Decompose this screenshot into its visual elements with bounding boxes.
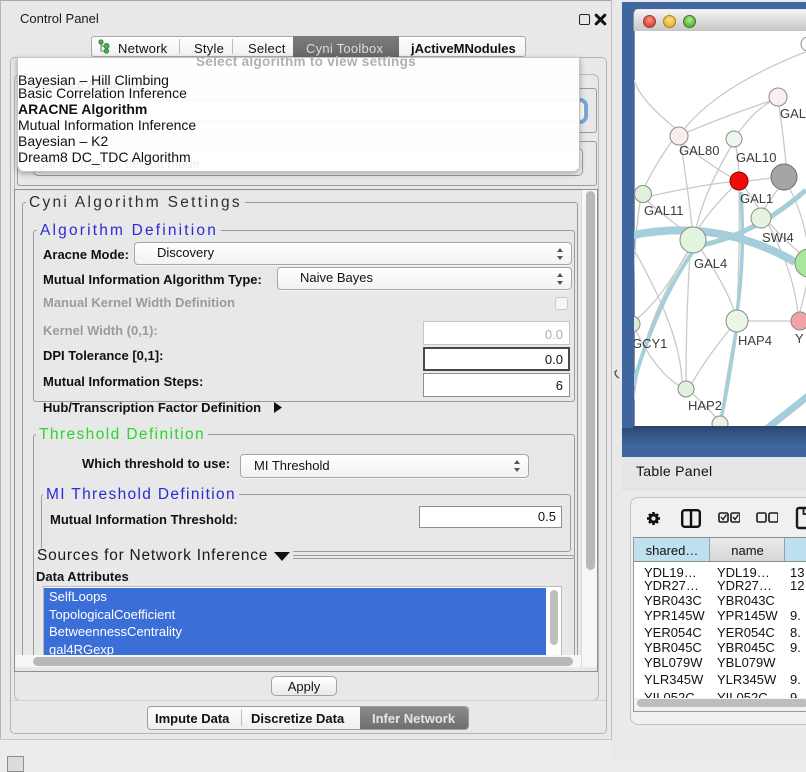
svg-text:GCY1: GCY1	[634, 336, 667, 351]
svg-text:HAP2: HAP2	[688, 398, 722, 413]
svg-text:GAL1: GAL1	[740, 191, 773, 206]
svg-text:GAL4: GAL4	[694, 256, 727, 271]
svg-text:GAL11: GAL11	[644, 203, 684, 218]
svg-text:HAP4: HAP4	[738, 333, 772, 348]
svg-text:GAL10: GAL10	[736, 150, 776, 165]
svg-text:GAL80: GAL80	[679, 143, 719, 158]
svg-text:GAL2: GAL2	[780, 106, 806, 121]
svg-text:SWI4: SWI4	[762, 230, 794, 245]
svg-text:Y: Y	[795, 331, 804, 346]
